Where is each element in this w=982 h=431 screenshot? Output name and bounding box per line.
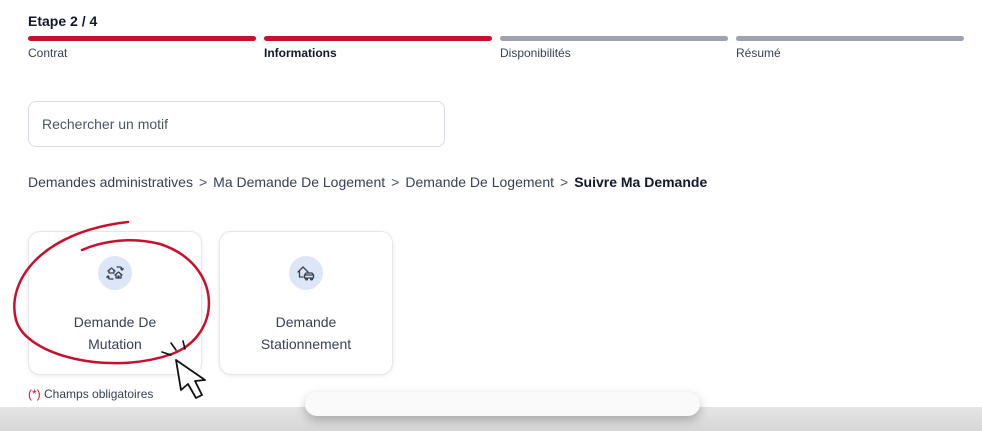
required-text: Champs obligatoires	[40, 387, 154, 401]
card-demande-stationnement[interactable]: Demande Stationnement	[219, 231, 393, 375]
breadcrumb: Demandes administratives > Ma Demande De L…	[28, 174, 707, 190]
step-label: Informations	[264, 46, 337, 60]
breadcrumb-item[interactable]: Demandes administratives	[28, 174, 193, 190]
step-bar	[264, 36, 492, 41]
bottom-floating-panel	[305, 392, 700, 416]
breadcrumb-item[interactable]: Ma Demande De Logement	[213, 174, 385, 190]
required-star: (*)	[28, 387, 41, 401]
search-input[interactable]	[28, 101, 445, 147]
house-car-icon	[289, 256, 323, 290]
step-label: Résumé	[736, 46, 781, 60]
card-label: Demande Stationnement	[260, 314, 352, 352]
required-fields-note: (*) Champs obligatoires	[28, 387, 153, 401]
step-resume: Résumé	[736, 36, 964, 60]
step-label: Disponibilités	[500, 46, 571, 60]
step-label: Contrat	[28, 46, 68, 60]
breadcrumb-item[interactable]: Demande De Logement	[405, 174, 554, 190]
step-contrat: Contrat	[28, 36, 256, 60]
breadcrumb-separator: >	[560, 174, 569, 190]
card-demande-mutation[interactable]: Demande De Mutation	[28, 231, 202, 375]
step-informations: Informations	[264, 36, 492, 60]
card-label: Demande De Mutation	[73, 314, 157, 352]
breadcrumb-separator: >	[391, 174, 400, 190]
step-counter: Etape 2 / 4	[28, 13, 98, 29]
step-disponibilites: Disponibilités	[500, 36, 728, 60]
progress-stepper: Contrat Informations Disponibilités Résu…	[28, 36, 966, 66]
breadcrumb-separator: >	[198, 174, 208, 190]
house-exchange-icon	[98, 256, 132, 290]
step-bar	[736, 36, 964, 41]
breadcrumb-current: Suivre Ma Demande	[574, 174, 708, 190]
step-bar	[28, 36, 256, 41]
step-bar	[500, 36, 728, 41]
